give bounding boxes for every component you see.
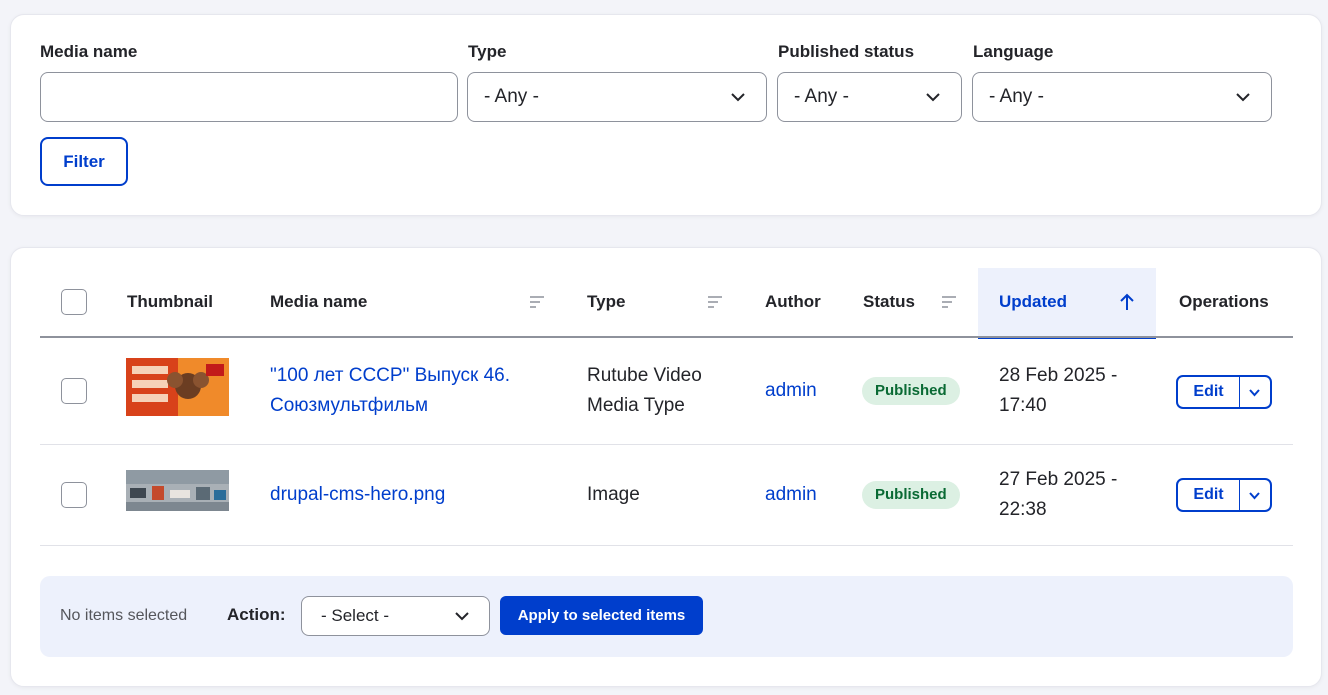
type-select-value: - Any -: [484, 86, 539, 107]
filter-panel: Media name Type - Any - Published status…: [10, 14, 1322, 216]
updated-line: 22:38: [999, 499, 1047, 520]
filter-button[interactable]: Filter: [40, 137, 128, 186]
header-thumbnail: Thumbnail: [127, 292, 213, 311]
published-status-value: - Any -: [794, 86, 849, 107]
status-badge: Published: [862, 377, 960, 405]
type-label: Type: [468, 42, 507, 61]
thumbnail-image[interactable]: [126, 470, 229, 511]
edit-button[interactable]: Edit: [1178, 377, 1240, 407]
selection-count: No items selected: [60, 607, 188, 624]
arrow-up-icon[interactable]: [1119, 293, 1135, 311]
edit-button[interactable]: Edit: [1178, 480, 1240, 510]
header-media-name[interactable]: Media name: [270, 292, 367, 312]
updated-cell: 27 Feb 2025 - 22:38: [999, 465, 1117, 525]
operations-dropbutton: Edit: [1176, 478, 1272, 512]
type-cell: Rutube Video Media Type: [587, 361, 702, 421]
sort-icon[interactable]: [941, 295, 957, 309]
type-cell: Image: [587, 484, 640, 505]
media-name-link[interactable]: drupal-cms-hero.png: [270, 480, 445, 510]
action-label: Action:: [227, 605, 286, 624]
row-checkbox[interactable]: [61, 482, 87, 508]
type-line: Rutube Video: [587, 365, 702, 386]
language-label: Language: [973, 42, 1054, 61]
thumbnail-image[interactable]: [126, 358, 229, 416]
author-link[interactable]: admin: [765, 376, 817, 406]
media-name-link[interactable]: "100 лет СССР" Выпуск 46. Союзмультфильм: [270, 361, 510, 421]
header-updated[interactable]: Updated: [999, 292, 1067, 312]
select-all-checkbox[interactable]: [61, 289, 87, 315]
sort-icon[interactable]: [529, 295, 545, 309]
header-operations: Operations: [1179, 292, 1269, 311]
row-divider: [40, 545, 1293, 546]
chevron-down-icon: [926, 93, 940, 102]
header-type[interactable]: Type: [587, 292, 625, 312]
media-table-panel: Thumbnail Media name Type Author Status …: [10, 247, 1322, 687]
author-link[interactable]: admin: [765, 480, 817, 510]
apply-to-selected-button[interactable]: Apply to selected items: [500, 596, 703, 635]
language-select-value: - Any -: [989, 86, 1044, 107]
action-select[interactable]: - Select -: [301, 596, 490, 636]
header-status[interactable]: Status: [863, 292, 915, 312]
type-select[interactable]: - Any -: [467, 72, 767, 122]
updated-cell: 28 Feb 2025 - 17:40: [999, 361, 1117, 421]
chevron-down-icon: [1236, 93, 1250, 102]
language-select[interactable]: - Any -: [972, 72, 1272, 122]
media-name-label: Media name: [40, 42, 138, 61]
updated-line: 27 Feb 2025 -: [999, 469, 1118, 490]
row-divider: [40, 444, 1293, 445]
published-status-select[interactable]: - Any -: [777, 72, 962, 122]
header-divider: [40, 336, 1293, 338]
updated-line: 17:40: [999, 395, 1047, 416]
media-name-input[interactable]: [40, 72, 458, 122]
row-checkbox[interactable]: [61, 378, 87, 404]
updated-line: 28 Feb 2025 -: [999, 365, 1118, 386]
status-badge: Published: [862, 481, 960, 509]
published-status-label: Published status: [778, 42, 915, 61]
type-line: Media Type: [587, 395, 685, 416]
operations-dropbutton: Edit: [1176, 375, 1272, 409]
header-author: Author: [765, 292, 821, 311]
chevron-down-icon[interactable]: [1248, 489, 1261, 502]
action-select-value: - Select -: [321, 606, 390, 625]
sort-icon[interactable]: [707, 295, 723, 309]
media-name-line[interactable]: Союзмультфильм: [270, 391, 510, 421]
media-name-line[interactable]: "100 лет СССР" Выпуск 46.: [270, 361, 510, 391]
chevron-down-icon[interactable]: [1248, 386, 1261, 399]
bulk-actions-bar: No items selected Action: - Select - App…: [40, 576, 1293, 657]
chevron-down-icon: [731, 93, 745, 102]
chevron-down-icon: [455, 612, 469, 621]
